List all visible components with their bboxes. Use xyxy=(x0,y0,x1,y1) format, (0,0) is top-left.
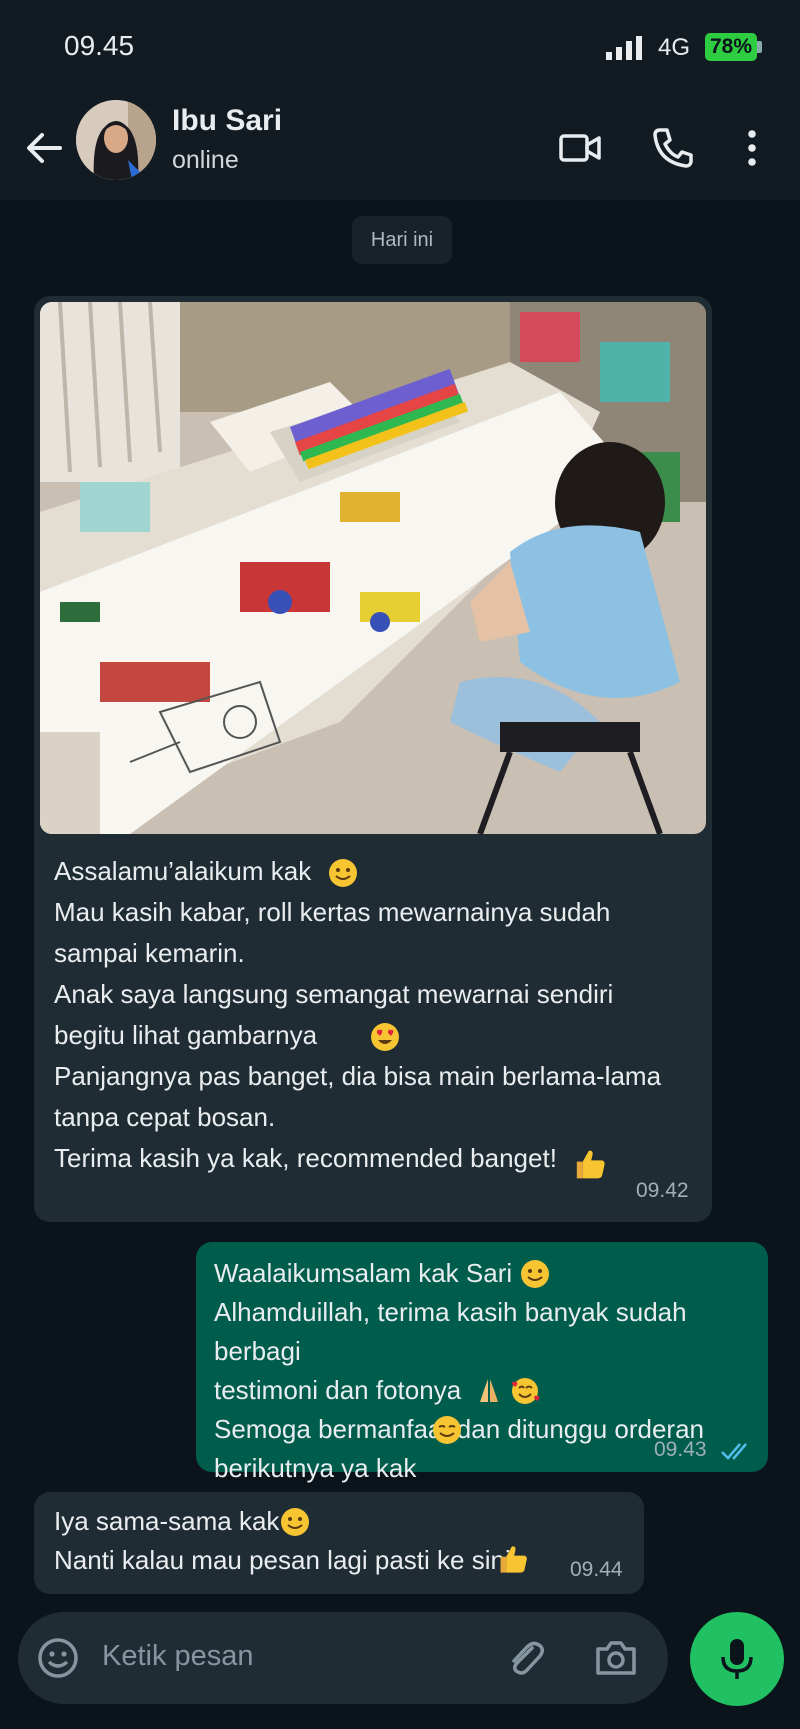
voice-message-button[interactable] xyxy=(690,1612,784,1706)
smiling-face-emoji-icon xyxy=(521,1260,549,1288)
message-text: Iya sama-sama kak Nanti kalau mau pesan … xyxy=(54,1506,511,1575)
message-photo[interactable] xyxy=(40,302,706,834)
date-chip-label: Hari ini xyxy=(370,228,434,251)
message-bubble-incoming[interactable]: Iya sama-sama kak Nanti kalau mau pesan … xyxy=(34,1492,644,1594)
thumbs-up-emoji-icon xyxy=(576,1150,605,1179)
smiling-face-emoji-icon xyxy=(433,1416,461,1444)
contact-status: online xyxy=(172,146,239,174)
battery-level: 78% xyxy=(709,35,753,58)
message-time: 09.42 xyxy=(636,1179,689,1202)
date-chip: Hari ini xyxy=(352,216,452,264)
microphone-icon xyxy=(721,1639,753,1679)
network-type: 4G xyxy=(658,34,691,61)
message-input[interactable]: Ketik pesan xyxy=(102,1640,254,1673)
back-arrow-icon[interactable] xyxy=(22,126,66,170)
battery-indicator: 78% xyxy=(705,33,757,61)
message-bubble-outgoing[interactable]: Waalaikumsalam kak Sari Alhamduillah, te… xyxy=(196,1242,768,1483)
contact-name[interactable]: Ibu Sari xyxy=(172,104,282,138)
photo-illustration xyxy=(40,302,706,834)
message-text: Assalamu’alaikum kak Mau kasih kabar, ro… xyxy=(54,856,662,1173)
chat-area[interactable]: Hari ini Assalamu’alaikum kak Mau kasih … xyxy=(0,200,800,1600)
thumbs-up-emoji-icon xyxy=(500,1546,527,1573)
more-options-icon[interactable] xyxy=(728,124,776,172)
smiling-face-emoji-icon xyxy=(329,859,357,887)
status-time: 09.45 xyxy=(64,30,135,61)
smiling-face-with-hearts-emoji-icon xyxy=(512,1378,540,1404)
smiling-face-emoji-icon xyxy=(281,1508,309,1536)
camera-icon[interactable] xyxy=(592,1634,640,1682)
message-input-bar[interactable]: Ketik pesan xyxy=(18,1612,668,1704)
battery-tip xyxy=(757,41,762,53)
phone-call-icon[interactable] xyxy=(648,124,696,172)
heart-eyes-emoji-icon xyxy=(371,1023,399,1051)
status-bar: 09.45 4G 78% xyxy=(0,0,800,96)
signal-icon xyxy=(606,36,642,60)
folded-hands-emoji-icon xyxy=(480,1379,498,1402)
avatar-portrait xyxy=(76,100,156,180)
message-time: 09.44 xyxy=(570,1558,623,1581)
message-time: 09.43 xyxy=(654,1438,707,1461)
message-bubble-incoming[interactable]: Assalamu’alaikum kak Mau kasih kabar, ro… xyxy=(34,296,712,1222)
read-receipt-icon xyxy=(721,1443,747,1460)
attachment-icon[interactable] xyxy=(502,1634,550,1682)
avatar[interactable] xyxy=(76,100,156,180)
emoji-icon[interactable] xyxy=(36,1636,80,1680)
video-call-icon[interactable] xyxy=(556,124,604,172)
chat-header: Ibu Sari online xyxy=(0,96,800,200)
